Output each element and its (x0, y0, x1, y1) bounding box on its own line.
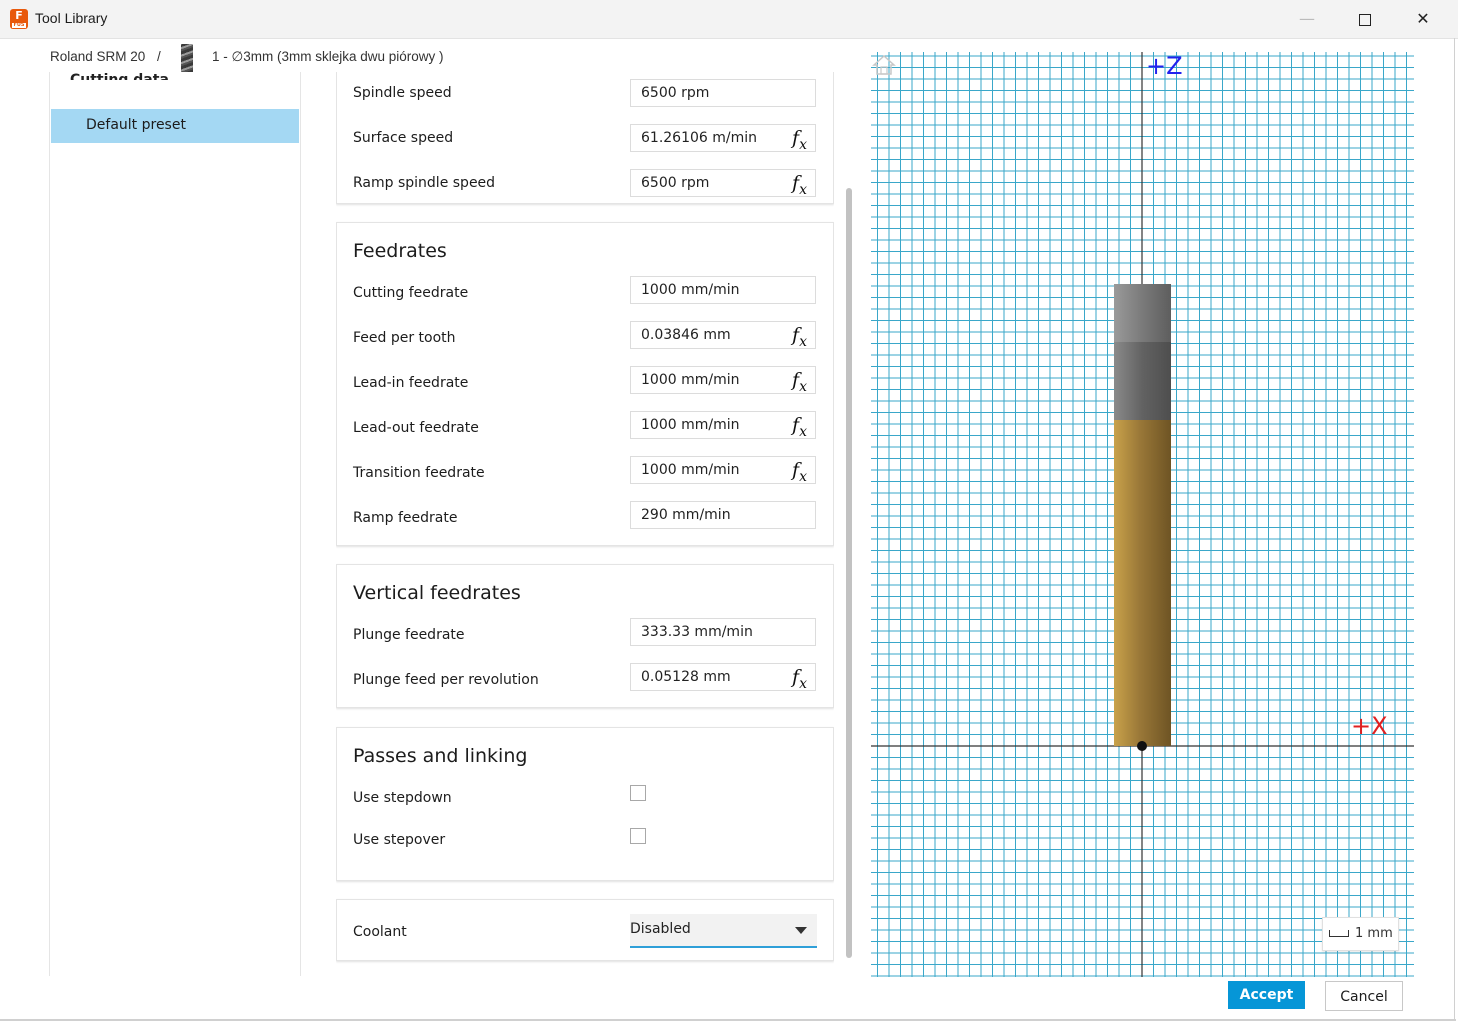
feed-per-tooth-label: Feed per tooth (353, 330, 456, 346)
preset-panel-heading: Cutting data (70, 72, 169, 80)
formula-fx-icon[interactable]: fx (792, 369, 807, 395)
vertical-feedrates-title: Vertical feedrates (353, 582, 521, 604)
surface-speed-field[interactable]: 61.26106 m/min fx (630, 124, 816, 153)
vertical-feedrates-card: Vertical feedrates Plunge feedrate 333.3… (336, 564, 834, 708)
coolant-select[interactable]: Disabled (630, 914, 817, 948)
chevron-down-icon (795, 927, 807, 934)
formula-fx-icon[interactable]: fx (792, 127, 807, 153)
formula-fx-icon[interactable]: fx (792, 666, 807, 692)
use-stepover-label: Use stepover (353, 832, 446, 848)
formula-fx-icon[interactable]: fx (792, 172, 807, 198)
form-scrollbar[interactable] (846, 188, 852, 958)
formula-fx-icon[interactable]: fx (792, 459, 807, 485)
preset-panel: Cutting data Default preset (49, 72, 301, 976)
close-button[interactable]: ✕ (1406, 6, 1440, 32)
fusion-logo-icon: F FUS (10, 9, 28, 29)
z-axis-label: +Z (1146, 52, 1183, 80)
plunge-feedrate-field[interactable]: 333.33 mm/min (630, 618, 816, 646)
lead-in-feedrate-field[interactable]: 1000 mm/min fx (630, 366, 816, 395)
breadcrumb-tool: 1 - ∅3mm (3mm sklejka dwu piórowy ) (212, 49, 444, 64)
ramp-feedrate-label: Ramp feedrate (353, 510, 458, 526)
home-view-icon[interactable] (871, 52, 897, 78)
tool-tip-point (1137, 741, 1147, 751)
maximize-button[interactable] (1348, 6, 1382, 32)
x-axis-label: +X (1351, 712, 1388, 740)
cutting-feedrate-field[interactable]: 1000 mm/min (630, 276, 816, 304)
preset-item-default[interactable]: Default preset (51, 109, 299, 143)
cutting-feedrate-label: Cutting feedrate (353, 285, 469, 301)
tool-shank (1114, 284, 1171, 342)
spindle-speed-label: Spindle speed (353, 85, 452, 101)
tool-neck (1114, 342, 1171, 420)
coolant-label: Coolant (353, 924, 407, 940)
ramp-spindle-speed-field[interactable]: 6500 rpm fx (630, 169, 816, 198)
coolant-card: Coolant Disabled (336, 899, 834, 961)
feedrates-card: Feedrates Cutting feedrate 1000 mm/min F… (336, 222, 834, 546)
use-stepover-checkbox[interactable] (630, 828, 646, 844)
tool-flutes (1114, 420, 1171, 746)
plunge-feedrate-label: Plunge feedrate (353, 627, 465, 643)
plunge-feed-per-revolution-label: Plunge feed per revolution (353, 672, 539, 688)
tool-preview-canvas (871, 52, 1414, 977)
tool-preview-viewer[interactable]: +Z +X 1 mm (871, 52, 1414, 977)
surface-speed-label: Surface speed (353, 130, 454, 146)
use-stepdown-label: Use stepdown (353, 790, 452, 806)
lead-out-feedrate-field[interactable]: 1000 mm/min fx (630, 411, 816, 440)
maximize-icon (1359, 13, 1371, 26)
window-title: Tool Library (35, 10, 108, 26)
feed-per-tooth-field[interactable]: 0.03846 mm fx (630, 321, 816, 350)
minimize-button[interactable]: — (1290, 6, 1324, 32)
cutting-data-form: Spindle speed 6500 rpm Surface speed 61.… (336, 72, 834, 972)
scale-indicator: 1 mm (1322, 917, 1399, 951)
spindle-speed-field[interactable]: 6500 rpm (630, 79, 816, 107)
formula-fx-icon[interactable]: fx (792, 324, 807, 350)
speed-card: Spindle speed 6500 rpm Surface speed 61.… (336, 72, 834, 204)
passes-linking-card: Passes and linking Use stepdown Use step… (336, 727, 834, 881)
use-stepdown-checkbox[interactable] (630, 785, 646, 801)
title-bar: F FUS Tool Library — ✕ (0, 0, 1458, 39)
ramp-feedrate-field[interactable]: 290 mm/min (630, 501, 816, 529)
breadcrumb-separator: / (157, 49, 161, 64)
endmill-tool-icon (181, 44, 193, 74)
transition-feedrate-field[interactable]: 1000 mm/min fx (630, 456, 816, 485)
lead-out-feedrate-label: Lead-out feedrate (353, 420, 479, 436)
plunge-feed-per-revolution-field[interactable]: 0.05128 mm fx (630, 663, 816, 692)
breadcrumb-machine[interactable]: Roland SRM 20 (50, 49, 145, 64)
preset-item-label: Default preset (86, 117, 186, 133)
scale-bar-icon (1329, 930, 1349, 937)
transition-feedrate-label: Transition feedrate (353, 465, 485, 481)
cancel-button[interactable]: Cancel (1325, 981, 1403, 1011)
formula-fx-icon[interactable]: fx (792, 414, 807, 440)
accept-button[interactable]: Accept (1228, 981, 1305, 1009)
passes-linking-title: Passes and linking (353, 745, 528, 767)
lead-in-feedrate-label: Lead-in feedrate (353, 375, 469, 391)
ramp-spindle-speed-label: Ramp spindle speed (353, 175, 496, 191)
feedrates-title: Feedrates (353, 240, 447, 262)
window-border (1454, 38, 1455, 1021)
